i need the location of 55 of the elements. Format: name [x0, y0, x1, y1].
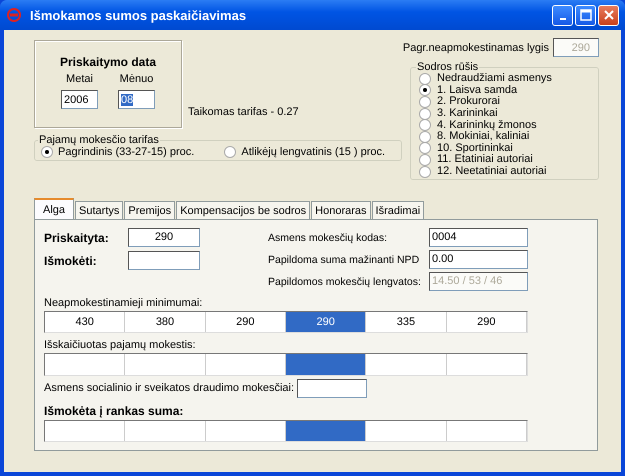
radio-option[interactable]: 4. Karininkų žmonos — [419, 119, 592, 131]
grid-cell[interactable]: 430 — [45, 312, 126, 332]
tab[interactable]: Alga — [34, 198, 74, 219]
field-label: Papildomos mokesčių lengvatos: — [268, 276, 422, 288]
radio-option[interactable]: Pagrindinis (33-27-15) proc. — [41, 146, 194, 158]
grid-label: Išskaičiuotas pajamų mokestis: — [44, 339, 197, 352]
field-label: Mėnuo — [120, 73, 154, 85]
field-label: Išmokėti: — [44, 254, 98, 268]
maximize-button[interactable] — [575, 4, 596, 26]
year-field[interactable]: 2006 — [61, 90, 98, 109]
group-legend: Pajamų mokesčio tarifas — [38, 134, 160, 146]
minimize-button[interactable] — [552, 4, 573, 26]
radio-option[interactable]: 1. Laisva samda — [419, 84, 592, 96]
month-field[interactable]: 08 — [118, 90, 155, 109]
minimize-icon — [560, 18, 566, 20]
group-legend: Sodros rūšis — [416, 61, 480, 73]
field-label: Priskaityta: — [44, 230, 110, 244]
radio-option[interactable]: 12. Neetatiniai autoriai — [419, 166, 592, 178]
maximize-icon — [580, 9, 592, 21]
radio-option[interactable]: Nedraudžiami asmenys — [419, 73, 592, 85]
panel-title: Priskaitymo data — [60, 55, 156, 69]
field-label: Metai — [66, 73, 93, 85]
window-title: Išmokamos sumos paskaičiavimas — [30, 8, 248, 22]
grid-cell[interactable] — [286, 420, 366, 441]
input-field[interactable] — [297, 378, 368, 398]
grid-label: Neapmokestinamieji minimumai: — [44, 297, 204, 309]
close-button[interactable] — [598, 4, 619, 26]
tab[interactable]: Kompensacijos be sodros — [176, 201, 310, 219]
grid-label: Išmokėta į rankas suma: — [44, 404, 184, 418]
app-logo-icon — [6, 7, 22, 23]
tab[interactable]: Sutartys — [75, 201, 124, 219]
tab[interactable]: Išradimai — [372, 201, 424, 219]
field-label: Papildoma suma mažinanti NPD — [268, 254, 420, 266]
grid-cell[interactable]: 290 — [286, 312, 366, 332]
input-field[interactable]: 0.00 — [429, 250, 528, 269]
radio-option[interactable]: 2. Prokurorai — [419, 96, 592, 108]
input-field[interactable] — [128, 251, 200, 270]
tab[interactable]: Honoraras — [311, 201, 371, 219]
radio-option[interactable]: 11. Etatiniai autoriai — [419, 154, 592, 166]
field-label: Pagr.neapmokestinamas lygis — [402, 42, 549, 54]
grid-cell[interactable] — [286, 354, 366, 375]
input-field[interactable]: 0004 — [429, 228, 528, 247]
radio-option[interactable]: 8. Mokiniai, kaliniai — [419, 130, 592, 143]
field-label: Asmens mokesčių kodas: — [268, 232, 388, 244]
grid-cell[interactable]: 290 — [446, 312, 527, 332]
rate-label: Taikomas tarifas - 0.27 — [188, 106, 299, 118]
input-field[interactable]: 290 — [128, 228, 200, 247]
grid-cell[interactable]: 335 — [366, 312, 447, 332]
radio-option[interactable]: Atlikėjų lengvatinis (15 ) proc. — [224, 146, 386, 158]
grid-cell[interactable]: 380 — [125, 312, 206, 332]
close-icon — [602, 9, 614, 21]
radio-option[interactable]: 10. Sportininkai — [419, 142, 592, 154]
radio-option[interactable]: 3. Karininkai — [419, 108, 592, 120]
tab[interactable]: Premijos — [124, 201, 176, 219]
field-label: Asmens socialinio ir sveikatos draudimo mokesčiai: — [44, 382, 294, 394]
